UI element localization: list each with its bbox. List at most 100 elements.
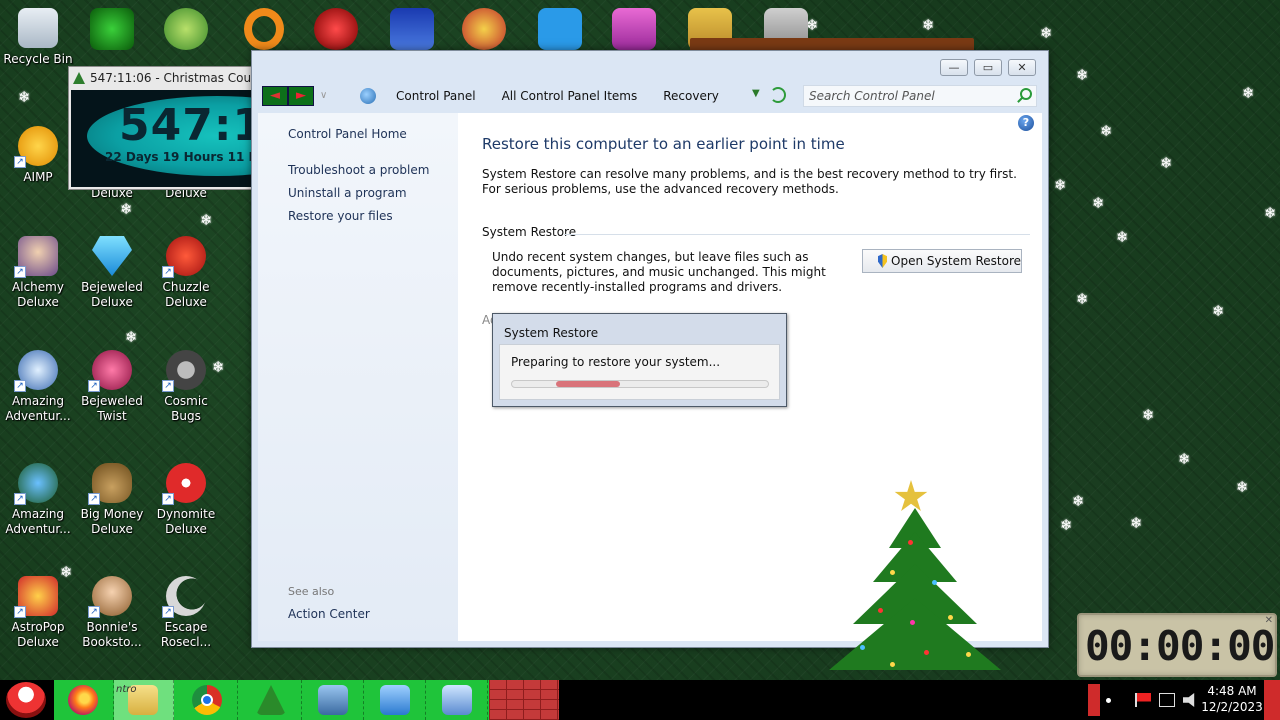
minimize-button[interactable]: — xyxy=(940,59,968,76)
diamond-icon xyxy=(92,236,132,276)
volume-icon[interactable] xyxy=(1183,693,1195,707)
chuzzle-icon: ↗ xyxy=(162,236,206,278)
taskbar-chrome[interactable] xyxy=(178,680,238,720)
app-icon-top-8[interactable] xyxy=(612,8,656,50)
breadcrumb-all-items[interactable]: All Control Panel Items xyxy=(502,89,638,103)
taskbar-computer[interactable] xyxy=(304,680,364,720)
globe-icon: ↗ xyxy=(14,463,58,505)
open-system-restore-button[interactable]: Open System Restore xyxy=(862,249,1022,273)
taskbar-christmas-tree[interactable] xyxy=(242,680,302,720)
see-also-label: See also xyxy=(288,585,335,598)
help-icon[interactable]: ? xyxy=(1018,115,1034,131)
troubleshoot-link[interactable]: Troubleshoot a problem xyxy=(288,163,429,177)
computer-icon xyxy=(318,685,348,715)
desktop-icon-bonnies-bookstore[interactable]: ↗ Bonnie's Booksto... xyxy=(74,576,150,650)
desktop-icon-escape-rosecliff[interactable]: ↗ Escape Rosecl... xyxy=(148,576,224,650)
christmas-countdown-gadget[interactable]: 547:11:06 - Christmas Countdo 547:1 22 D… xyxy=(68,66,254,190)
app-icon-top-7[interactable] xyxy=(538,8,582,50)
desktop-icon-bejeweled-twist[interactable]: ↗ Bejeweled Twist xyxy=(74,350,150,424)
tree-icon xyxy=(73,72,85,84)
countdown-big-number: 547:1 xyxy=(119,100,253,151)
countdown-titlebar[interactable]: 547:11:06 - Christmas Countdo xyxy=(69,67,253,89)
desktop-icon-big-money[interactable]: ↗ Big Money Deluxe xyxy=(74,463,150,537)
app-icon-top-6[interactable] xyxy=(462,8,506,50)
breadcrumb: Control Panel All Control Panel Items Re… xyxy=(360,85,719,107)
uninstall-program-link[interactable]: Uninstall a program xyxy=(288,186,407,200)
tray-date: 12/2/2023 xyxy=(1201,700,1263,714)
control-panel-home-link[interactable]: Control Panel Home xyxy=(288,127,407,141)
desktop-icon-amazing-adventures-2[interactable]: ↗ Amazing Adventur... xyxy=(0,463,76,537)
restore-files-link[interactable]: Restore your files xyxy=(288,209,393,223)
restore-icon xyxy=(442,685,472,715)
network-icon[interactable] xyxy=(1159,693,1175,707)
wizard-icon: ↗ xyxy=(14,236,58,278)
dialog-title: System Restore xyxy=(504,326,599,340)
desktop-icon-label: Recycle Bin xyxy=(3,52,73,66)
taskbar-clock[interactable]: 4:48 AM 12/2/2023 xyxy=(1198,683,1266,715)
refresh-icon[interactable] xyxy=(770,87,786,103)
forward-arrow-icon[interactable]: ► xyxy=(288,86,314,106)
desktop-icon-label: Amazing Adventur... xyxy=(5,507,71,536)
taskbar-explorer[interactable]: ntro xyxy=(114,680,174,720)
taskbar-control-panel[interactable] xyxy=(366,680,426,720)
desktop-icon-label: Dynomite Deluxe xyxy=(156,507,216,536)
progress-bar-fill xyxy=(555,381,620,387)
desktop-icon-recycle-bin[interactable]: Recycle Bin xyxy=(0,8,76,67)
desktop-icon-label: Cosmic Bugs xyxy=(164,394,208,423)
app-icon-top-5[interactable] xyxy=(390,8,434,50)
address-toolbar: ◄ ► ∨ Control Panel All Control Panel It… xyxy=(252,83,1048,109)
close-icon[interactable]: ✕ xyxy=(1265,615,1273,626)
chrome-icon xyxy=(192,685,222,715)
desktop-icon-label: Chuzzle Deluxe xyxy=(162,280,210,309)
search-input[interactable]: Search Control Panel xyxy=(803,85,1037,107)
show-desktop-button[interactable] xyxy=(1264,680,1280,720)
desktop-icon-label: Escape Rosecl... xyxy=(160,620,212,649)
back-arrow-icon[interactable]: ◄ xyxy=(262,86,288,106)
desktop-icon-label: Bejeweled Twist xyxy=(81,394,143,423)
desktop-icon-label: AstroPop Deluxe xyxy=(11,620,65,649)
maximize-button[interactable]: ▭ xyxy=(974,59,1002,76)
app-icon-top-3[interactable] xyxy=(244,8,284,50)
desktop-icon-label: Alchemy Deluxe xyxy=(12,280,64,309)
desktop-icon-aimp[interactable]: ↗ AIMP xyxy=(0,126,76,185)
address-dropdown-icon[interactable]: ▼ xyxy=(752,88,760,99)
taskbar-brick-decor xyxy=(489,680,559,720)
desktop-icon-amazing-adventures-1[interactable]: ↗ Amazing Adventur... xyxy=(0,350,76,424)
taskbar: ntro 4:48 AM 12/2/2023 xyxy=(0,680,1280,720)
desktop-icon-cosmic-bugs[interactable]: ↗ Cosmic Bugs xyxy=(148,350,224,424)
desktop-icon-dynomite[interactable]: ↗ Dynomite Deluxe xyxy=(148,463,224,537)
taskbar-buttons: ntro xyxy=(54,680,490,720)
close-button[interactable]: ✕ xyxy=(1008,59,1036,76)
digital-clock-gadget[interactable]: 00:00:00 ✕ xyxy=(1077,613,1277,677)
app-icon-top-2[interactable] xyxy=(164,8,208,50)
astropop-icon: ↗ xyxy=(14,576,58,618)
system-tray xyxy=(1088,680,1207,720)
desktop-icon-astropop[interactable]: ↗ AstroPop Deluxe xyxy=(0,576,76,650)
dialog-body: Preparing to restore your system... xyxy=(499,344,780,400)
app-icon-top-4[interactable] xyxy=(314,8,358,50)
start-button[interactable] xyxy=(6,682,46,718)
left-navigation-pane: Control Panel Home Troubleshoot a proble… xyxy=(258,113,458,641)
desktop-icon-alchemy-deluxe[interactable]: ↗ Alchemy Deluxe xyxy=(0,236,76,310)
window-titlebar[interactable]: — ▭ ✕ xyxy=(252,51,1048,83)
recovery-description: System Restore can resolve many problems… xyxy=(482,167,1017,196)
dialog-message: Preparing to restore your system... xyxy=(511,355,721,369)
search-icon[interactable] xyxy=(1020,88,1032,100)
breadcrumb-recovery[interactable]: Recovery xyxy=(663,89,719,103)
action-center-link[interactable]: Action Center xyxy=(288,607,370,621)
desktop-icon-chuzzle-deluxe[interactable]: ↗ Chuzzle Deluxe xyxy=(148,236,224,310)
countdown-title: 547:11:06 - Christmas Countdo xyxy=(90,71,253,85)
breadcrumb-control-panel[interactable]: Control Panel xyxy=(396,89,476,103)
app-icon-top-1[interactable] xyxy=(90,8,134,50)
taskbar-system-restore[interactable] xyxy=(428,680,488,720)
taskbar-firefox[interactable] xyxy=(54,680,114,720)
desktop-icon-bejeweled-deluxe[interactable]: Bejeweled Deluxe xyxy=(74,236,150,310)
moon-icon: ↗ xyxy=(162,576,206,618)
recent-pages-chevron-icon[interactable]: ∨ xyxy=(320,90,327,101)
tree-icon xyxy=(256,685,286,715)
clock-gadget-time: 00:00:00 xyxy=(1085,622,1275,670)
section-divider xyxy=(564,234,1030,235)
action-center-flag-icon[interactable] xyxy=(1135,693,1151,707)
control-panel-icon xyxy=(360,88,376,104)
gem-twist-icon: ↗ xyxy=(88,350,132,392)
